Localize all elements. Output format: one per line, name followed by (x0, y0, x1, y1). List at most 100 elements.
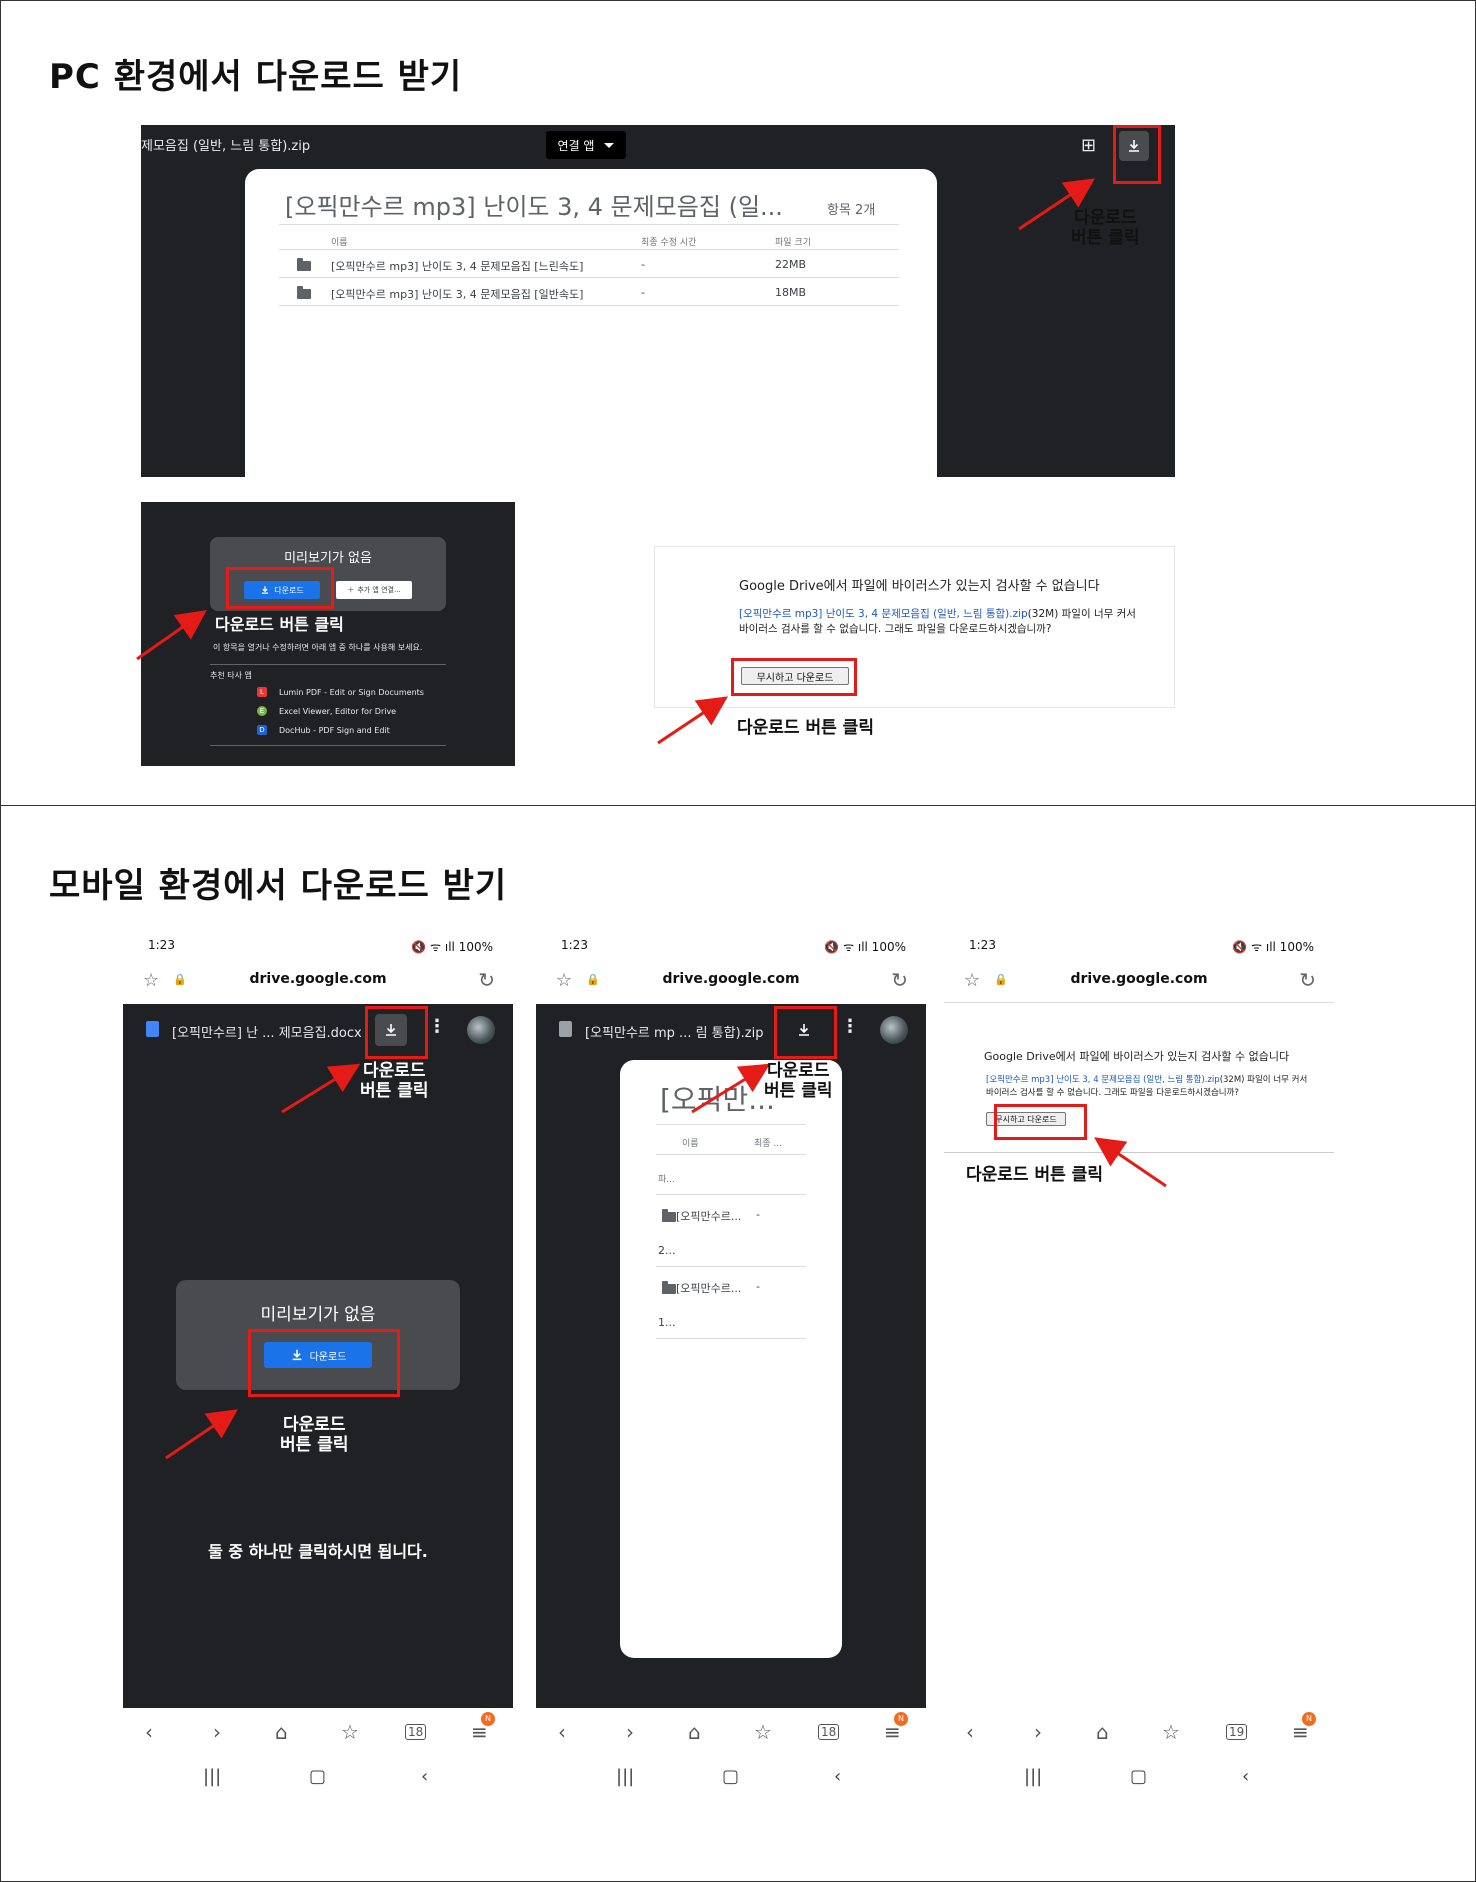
url-text[interactable]: drive.google.com (123, 971, 513, 987)
excel-viewer-icon: E (257, 706, 267, 716)
highlight-box (365, 1006, 428, 1059)
open-with-button[interactable]: 연결 앱 (546, 131, 626, 159)
bookmarks-icon[interactable]: ☆ (341, 1720, 359, 1744)
system-back-icon[interactable]: ‹ (834, 1766, 841, 1787)
highlight-box (774, 1006, 837, 1059)
virus-warning-body: [오픽만수르 mp3] 난이도 3, 4 문제모음집 (일반, 느림 통합).z… (739, 607, 1139, 637)
add-shortcut-icon[interactable]: ⊞ (1081, 135, 1096, 156)
caret-down-icon (604, 142, 615, 148)
row-modified: - (756, 1208, 760, 1221)
divider (656, 1338, 806, 1339)
notification-badge: N (1302, 1712, 1316, 1726)
avatar[interactable] (467, 1016, 495, 1044)
bookmarks-icon[interactable]: ☆ (754, 1720, 772, 1744)
status-icons: 🔇 ᯤ ıll 100% (824, 940, 906, 954)
notification-badge: N (894, 1712, 908, 1726)
browser-nav-bar: ‹ › ⌂ ☆ 19 ≡ N (944, 1708, 1334, 1758)
no-preview-title: 미리보기가 없음 (260, 1305, 376, 1325)
annotation-label: 다운로드 버튼 클릭 (737, 718, 874, 738)
home-button-icon[interactable]: ▢ (1130, 1766, 1147, 1787)
file-link[interactable]: [오픽만수르 mp3] 난이도 3, 4 문제모음집 (일반, 느림 통합).z… (739, 608, 1028, 620)
status-time: 1:23 (969, 938, 996, 952)
file-title: [오픽만수르 mp ... 림 통합).zip (585, 1026, 764, 1041)
col-name: 이름 (331, 238, 348, 248)
row-modified: - (641, 258, 645, 271)
home-button-icon[interactable]: ▢ (722, 1766, 739, 1787)
app-name: Excel Viewer, Editor for Drive (279, 707, 397, 716)
status-time: 1:23 (561, 938, 588, 952)
url-text[interactable]: drive.google.com (536, 971, 926, 987)
archive-icon (559, 1021, 572, 1037)
app-item[interactable]: E Excel Viewer, Editor for Drive (257, 706, 397, 716)
folder-icon (297, 286, 311, 299)
folder-title: [오픽만수르 mp3] 난이도 3, 4 문제모음집 (일... (285, 193, 783, 221)
divider (210, 664, 446, 665)
reload-icon[interactable]: ↻ (1299, 968, 1316, 992)
row-modified: - (756, 1280, 760, 1293)
pc-section-title: PC 환경에서 다운로드 받기 (49, 57, 463, 97)
forward-icon[interactable]: › (213, 1720, 221, 1744)
more-options-icon[interactable]: ⋮ (1169, 131, 1175, 152)
recommended-label: 추천 타사 앱 (210, 671, 252, 680)
add-app-button[interactable]: ＋ 추가 앱 연결... (336, 581, 412, 599)
row-size: 22MB (775, 258, 807, 271)
home-icon[interactable]: ⌂ (1096, 1720, 1109, 1744)
app-name: Lumin PDF - Edit or Sign Documents (279, 688, 424, 697)
system-back-icon[interactable]: ‹ (1242, 1766, 1249, 1787)
annotation-label: 다운로드 버튼 클릭 (764, 1061, 833, 1101)
reload-icon[interactable]: ↻ (478, 968, 495, 992)
recent-apps-icon[interactable]: ||| (203, 1766, 221, 1787)
col-modified: 최종 수정 시간 (641, 238, 697, 248)
status-icons: 🔇 ᯤ ıll 100% (411, 940, 493, 954)
recent-apps-icon[interactable]: ||| (1024, 1766, 1042, 1787)
home-icon[interactable]: ⌂ (275, 1720, 288, 1744)
home-button-icon[interactable]: ▢ (309, 1766, 326, 1787)
status-time: 1:23 (148, 938, 175, 952)
back-icon[interactable]: ‹ (966, 1720, 974, 1744)
more-options-icon[interactable]: ⋮ (428, 1016, 446, 1037)
row-modified: - (641, 286, 645, 299)
row-size: 18MB (775, 286, 807, 299)
highlight-box (1113, 125, 1161, 184)
more-options-icon[interactable]: ⋮ (841, 1016, 859, 1037)
arrow-icon (281, 1063, 361, 1114)
dochub-icon: D (257, 725, 267, 735)
file-link[interactable]: [오픽만수르 mp3] 난이도 3, 4 문제모음집 (일반, 느림 통합).z… (986, 1075, 1220, 1085)
tabs-icon[interactable]: 18 (818, 1724, 840, 1740)
recent-apps-icon[interactable]: ||| (616, 1766, 634, 1787)
browser-url-bar: ☆ 🔒 drive.google.com ↻ (123, 960, 513, 1000)
col-size: 파일 크기 (775, 238, 811, 248)
url-text[interactable]: drive.google.com (944, 971, 1334, 987)
app-item[interactable]: L Lumin PDF - Edit or Sign Documents (257, 687, 424, 697)
forward-icon[interactable]: › (626, 1720, 634, 1744)
no-preview-title: 미리보기가 없음 (284, 551, 372, 566)
annotation-label: 다운로드 버튼 클릭 (215, 615, 344, 634)
row-name[interactable]: [오픽만수르... (676, 1280, 741, 1296)
home-icon[interactable]: ⌂ (688, 1720, 701, 1744)
col-modified: 최종 ... (754, 1139, 783, 1149)
highlight-box (731, 658, 857, 696)
viewer-toolbar: [오픽만수르] 난 ... 제모음집.docx ⋮ (123, 1004, 513, 1056)
app-item[interactable]: D DocHub - PDF Sign and Edit (257, 725, 390, 735)
arrow-icon (1094, 1137, 1167, 1188)
table-row[interactable]: [오픽만수르 mp3] 난이도 3, 4 문제모음집 [느린속도] - 22MB (279, 250, 899, 278)
forward-icon[interactable]: › (1034, 1720, 1042, 1744)
notification-badge: N (481, 1712, 495, 1726)
avatar[interactable] (880, 1016, 908, 1044)
divider (656, 1154, 806, 1155)
col-name: 이름 (682, 1139, 699, 1149)
back-icon[interactable]: ‹ (558, 1720, 566, 1744)
tabs-icon[interactable]: 18 (405, 1724, 427, 1740)
row-name[interactable]: [오픽만수르... (676, 1208, 741, 1224)
reload-icon[interactable]: ↻ (891, 968, 908, 992)
phone-screen-3: 1:23 🔇 ᯤ ıll 100% ☆ 🔒 drive.google.com ↻… (944, 930, 1334, 1798)
open-with-label: 연결 앱 (557, 138, 595, 153)
document-icon (146, 1021, 159, 1037)
table-row[interactable]: [오픽만수르 mp3] 난이도 3, 4 문제모음집 [일반속도] - 18MB (279, 278, 899, 306)
system-back-icon[interactable]: ‹ (421, 1766, 428, 1787)
folder-icon (662, 1209, 676, 1222)
pc-folder-viewer: 제모음집 (일반, 느림 통합).zip 연결 앱 ⊞ ⋮ [오픽만수르 mp3… (141, 125, 1175, 477)
back-icon[interactable]: ‹ (145, 1720, 153, 1744)
tabs-icon[interactable]: 19 (1226, 1724, 1248, 1740)
bookmarks-icon[interactable]: ☆ (1162, 1720, 1180, 1744)
